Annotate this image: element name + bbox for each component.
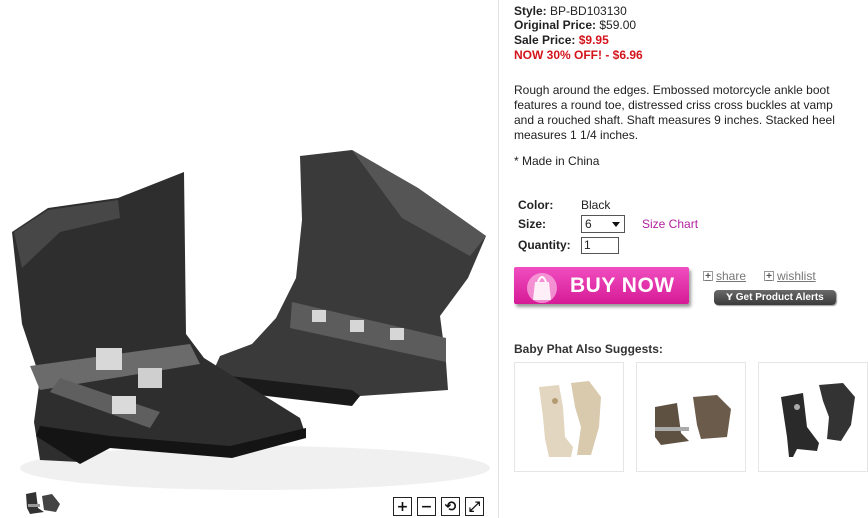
suggestion-image [539,381,601,457]
shopping-bag-icon [527,273,557,303]
buy-now-button[interactable]: BUY NOW [514,267,689,304]
divider [498,0,499,518]
plus-icon: + [703,271,713,282]
style-row: Style: BP-BD103130 [514,4,627,19]
product-alerts-label: Get Product Alerts [735,292,824,303]
chevron-down-icon [612,222,620,227]
size-chart-link[interactable]: Size Chart [642,217,698,231]
buy-now-label: BUY NOW [570,274,675,297]
original-price-row: Original Price: $59.00 [514,18,636,33]
suggestion-image [655,395,731,445]
wishlist-label: wishlist [777,269,816,283]
suggestion-item-brown-boots[interactable] [636,362,746,472]
original-price-value: $59.00 [599,18,637,32]
share-link[interactable]: + share [703,269,746,283]
share-label: share [716,269,747,283]
suggestion-item-black-heel-boots[interactable] [758,362,868,472]
suggestion-item-cream-boots[interactable] [514,362,624,472]
made-in-note: * Made in China [514,154,600,168]
suggestions-title: Baby Phat Also Suggests: [514,342,663,356]
fullscreen-button[interactable]: ⤢ [465,497,484,516]
size-select[interactable]: 6 [581,215,625,233]
quantity-input[interactable]: 1 [581,237,619,254]
color-value: Black [581,198,611,212]
plus-icon: + [764,271,774,282]
zoom-out-button[interactable]: − [417,497,436,516]
rotate-button[interactable]: ⟲ [441,497,460,516]
style-value: BP-BD103130 [550,4,627,18]
sale-price-row: Sale Price: $9.95 [514,33,609,48]
sale-price-value: $9.95 [578,33,609,47]
quantity-label: Quantity: [518,238,571,252]
product-image-panel: + − ⟲ ⤢ [0,0,498,518]
product-alerts-button[interactable]: Y Get Product Alerts [714,290,836,305]
product-image-black-boots[interactable] [0,128,498,498]
size-label: Size: [518,217,547,231]
original-price-label: Original Price: [514,18,597,32]
size-select-value: 6 [585,217,592,231]
zoom-in-button[interactable]: + [393,497,412,516]
thumbnail-image[interactable] [24,490,62,516]
color-label: Color: [518,198,554,212]
funnel-icon: Y [726,292,733,303]
product-details: Style: BP-BD103130 Original Price: $59.0… [514,0,868,518]
wishlist-link[interactable]: + wishlist [764,269,816,283]
style-label: Style: [514,4,547,18]
discount-price: NOW 30% OFF! - $6.96 [514,48,643,62]
suggestion-image [781,383,855,457]
sale-price-label: Sale Price: [514,33,576,47]
product-description: Rough around the edges. Embossed motorcy… [514,83,835,142]
